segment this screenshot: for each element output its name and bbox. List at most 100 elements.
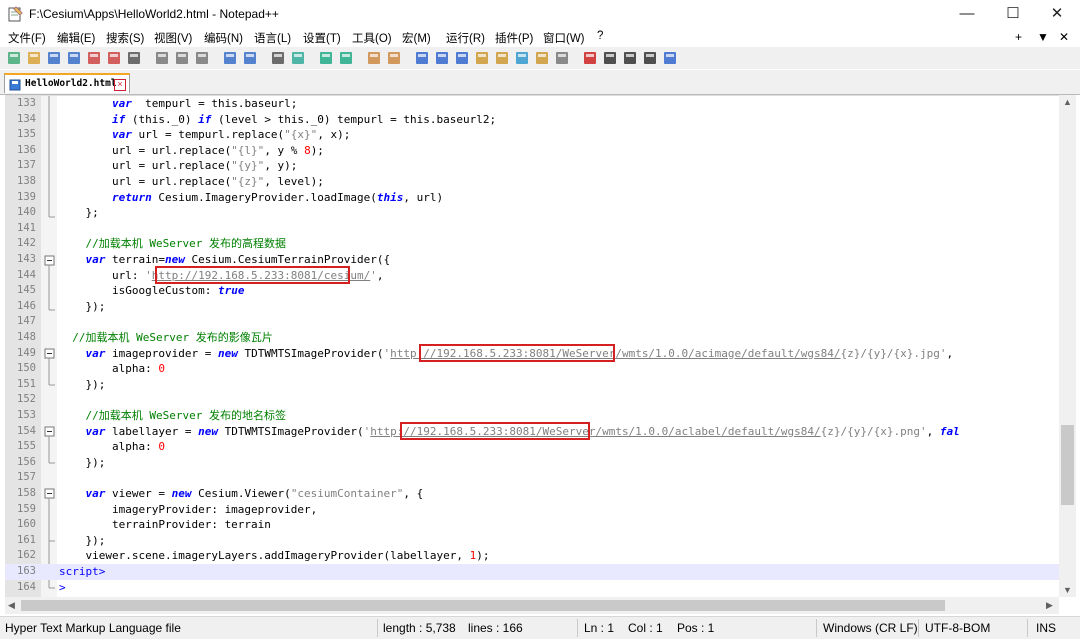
- code-text: });: [59, 533, 105, 549]
- code-line[interactable]: 160 terrainProvider: terrain: [5, 517, 1059, 533]
- vertical-scroll-thumb[interactable]: [1061, 425, 1074, 505]
- menu-view[interactable]: 视图(V): [154, 30, 192, 46]
- code-line[interactable]: 147: [5, 314, 1059, 330]
- code-line[interactable]: 150 alpha: 0: [5, 361, 1059, 377]
- indent-guide-icon[interactable]: [454, 50, 470, 66]
- record-macro-icon[interactable]: [582, 50, 598, 66]
- doc-map-icon[interactable]: [494, 50, 510, 66]
- new-icon[interactable]: [6, 50, 22, 66]
- code-line[interactable]: 155 alpha: 0: [5, 439, 1059, 455]
- code-line[interactable]: 142 //加载本机 WeServer 发布的高程数据: [5, 236, 1059, 252]
- close-icon[interactable]: [86, 50, 102, 66]
- code-line[interactable]: 164 >: [5, 580, 1059, 596]
- scroll-left-icon[interactable]: ◀: [8, 600, 15, 611]
- horizontal-scroll-thumb[interactable]: [21, 600, 945, 611]
- code-token: //加载本机 WeServer 发布的影像瓦片: [59, 331, 273, 344]
- code-line[interactable]: 138 url = url.replace("{z}", level);: [5, 174, 1059, 190]
- copy-icon[interactable]: [174, 50, 190, 66]
- menu-language[interactable]: 语言(L): [254, 30, 291, 46]
- menu-tools[interactable]: 工具(O): [352, 30, 392, 46]
- cut-icon[interactable]: [154, 50, 170, 66]
- minimize-button[interactable]: —: [944, 0, 990, 28]
- line-number: 159: [17, 502, 36, 515]
- print-icon[interactable]: [126, 50, 142, 66]
- status-separator: [918, 619, 919, 637]
- code-line[interactable]: 139 return Cesium.ImageryProvider.loadIm…: [5, 190, 1059, 206]
- line-number: 160: [17, 518, 36, 531]
- sync-v-icon[interactable]: [366, 50, 382, 66]
- tab-list-button[interactable]: ▼: [1037, 30, 1049, 44]
- code-line[interactable]: 140 };: [5, 205, 1059, 221]
- wrap-icon[interactable]: [414, 50, 430, 66]
- menu-search[interactable]: 搜索(S): [106, 30, 144, 46]
- zoom-out-icon[interactable]: [338, 50, 354, 66]
- code-line[interactable]: 136 url = url.replace("{l}", y % 8);: [5, 143, 1059, 159]
- code-line[interactable]: 141: [5, 221, 1059, 237]
- replace-icon[interactable]: [290, 50, 306, 66]
- zoom-in-icon[interactable]: [318, 50, 334, 66]
- menu-settings[interactable]: 设置(T): [303, 30, 341, 46]
- code-token: Cesium.Viewer(: [191, 487, 291, 500]
- code-line[interactable]: 156 });: [5, 455, 1059, 471]
- redo-icon[interactable]: [242, 50, 258, 66]
- menu-run[interactable]: 运行(R): [446, 30, 485, 46]
- line-number: 150: [17, 362, 36, 375]
- close-window-button[interactable]: ✕: [1034, 0, 1080, 28]
- code-token: "{z}": [231, 175, 265, 188]
- code-line[interactable]: 163 script>: [5, 564, 1059, 580]
- code-text: url = url.replace("{l}", y % 8);: [59, 143, 324, 159]
- save-macro-icon[interactable]: [662, 50, 678, 66]
- close-doc-button[interactable]: ✕: [1059, 30, 1069, 44]
- monitor-icon[interactable]: [554, 50, 570, 66]
- code-token: //加载本机 WeServer 发布的高程数据: [59, 237, 286, 251]
- play-macro-icon[interactable]: [622, 50, 638, 66]
- menu-encoding[interactable]: 编码(N): [204, 30, 243, 46]
- all-chars-icon[interactable]: [434, 50, 450, 66]
- sync-h-icon[interactable]: [386, 50, 402, 66]
- code-line[interactable]: 157: [5, 470, 1059, 486]
- code-line[interactable]: 162 viewer.scene.imageryLayers.addImager…: [5, 548, 1059, 564]
- find-icon[interactable]: [270, 50, 286, 66]
- undo-icon[interactable]: [222, 50, 238, 66]
- menu-macro[interactable]: 宏(M): [402, 30, 431, 46]
- line-number: 141: [17, 221, 36, 234]
- code-line[interactable]: 151 });: [5, 377, 1059, 393]
- tab-helloworld2[interactable]: HelloWorld2.html ×: [4, 73, 130, 93]
- code-line[interactable]: 133 var tempurl = this.baseurl;: [5, 96, 1059, 112]
- menu-window[interactable]: 窗口(W): [543, 30, 585, 46]
- vertical-scrollbar[interactable]: ▲ ▼: [1059, 95, 1076, 597]
- code-line[interactable]: 135 var url = tempurl.replace("{x}", x);: [5, 127, 1059, 143]
- code-line[interactable]: 134 if (this._0) if (level > this._0) te…: [5, 112, 1059, 128]
- save-all-icon[interactable]: [66, 50, 82, 66]
- scroll-down-icon[interactable]: ▼: [1063, 585, 1072, 595]
- paste-icon[interactable]: [194, 50, 210, 66]
- maximize-button[interactable]: ☐: [990, 0, 1036, 28]
- close-all-icon[interactable]: [106, 50, 122, 66]
- code-line[interactable]: 146 });: [5, 299, 1059, 315]
- function-list-icon[interactable]: [514, 50, 530, 66]
- new-tab-button[interactable]: +: [1015, 30, 1022, 44]
- folder-workspace-icon[interactable]: [534, 50, 550, 66]
- menu-edit[interactable]: 编辑(E): [57, 30, 95, 46]
- code-token: , x);: [317, 128, 351, 142]
- code-line[interactable]: 161 });: [5, 533, 1059, 549]
- code-line[interactable]: 152: [5, 392, 1059, 408]
- tab-close-icon[interactable]: ×: [114, 79, 126, 91]
- code-line[interactable]: 137 url = url.replace("{y}", y);: [5, 158, 1059, 174]
- scroll-up-icon[interactable]: ▲: [1063, 97, 1072, 107]
- stop-macro-icon[interactable]: [602, 50, 618, 66]
- horizontal-scrollbar[interactable]: ◀ ▶: [5, 597, 1059, 614]
- udl-icon[interactable]: [474, 50, 490, 66]
- save-icon[interactable]: [46, 50, 62, 66]
- menu-help[interactable]: ?: [597, 30, 603, 42]
- code-line[interactable]: 145 isGoogleCustom: true: [5, 283, 1059, 299]
- code-token: {z}/{y}/{x}.png': [820, 424, 927, 438]
- code-line[interactable]: 159 imageryProvider: imageprovider,: [5, 502, 1059, 518]
- menu-plugins[interactable]: 插件(P): [495, 30, 533, 46]
- code-editor[interactable]: 133 var tempurl = this.baseurl; 134 if (t…: [5, 95, 1059, 598]
- run-macro-multiple-icon[interactable]: [642, 50, 658, 66]
- code-line[interactable]: 158 var viewer = new Cesium.Viewer("cesi…: [5, 486, 1059, 502]
- scroll-right-icon[interactable]: ▶: [1046, 600, 1053, 611]
- menu-file[interactable]: 文件(F): [8, 30, 46, 46]
- open-icon[interactable]: [26, 50, 42, 66]
